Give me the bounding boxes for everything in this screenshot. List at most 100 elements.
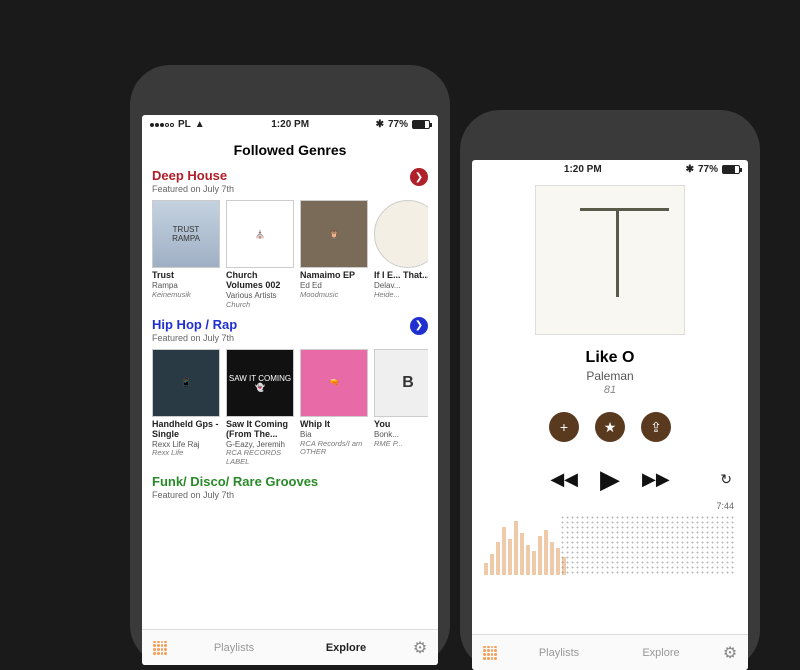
battery-icon bbox=[412, 120, 430, 129]
album-item[interactable]: 🦉 Namaimo EP Ed Ed Moodmusic bbox=[300, 200, 368, 309]
genre-section-hip-hop: Hip Hop / Rap Featured on July 7th ❯ 📱 H… bbox=[142, 317, 438, 474]
time-row: 7:44 bbox=[472, 495, 748, 511]
gear-icon: ⚙ bbox=[413, 638, 427, 658]
phone-genres: PL ▲ 1:20 PM ✱ 77% Followed Genres Deep … bbox=[130, 65, 450, 665]
battery-percent: 77% bbox=[388, 119, 408, 130]
favorite-button[interactable]: ★ bbox=[595, 412, 625, 442]
album-item[interactable]: If I E... That... Delav... Heide... bbox=[374, 200, 428, 309]
screen-genres: PL ▲ 1:20 PM ✱ 77% Followed Genres Deep … bbox=[142, 115, 438, 665]
rewind-icon: ◀◀ bbox=[550, 469, 578, 489]
signal-icon bbox=[150, 123, 174, 127]
tab-playlists[interactable]: Playlists bbox=[508, 647, 610, 659]
tab-bar: Playlists Explore ⚙ bbox=[472, 634, 748, 670]
waveform-unplayed bbox=[560, 515, 736, 575]
album-label: Heide... bbox=[374, 291, 428, 299]
app-logo-icon[interactable] bbox=[472, 646, 508, 660]
play-icon: ▶ bbox=[600, 464, 620, 494]
play-button[interactable]: ▶ bbox=[600, 464, 620, 495]
album-label: Church bbox=[226, 301, 294, 309]
now-playing-album: 81 bbox=[472, 384, 748, 396]
plus-icon: + bbox=[560, 419, 568, 435]
album-title: Saw It Coming (From The... bbox=[226, 420, 294, 440]
album-art: B bbox=[374, 349, 428, 417]
album-title: Handheld Gps - Single bbox=[152, 420, 220, 440]
album-label: Moodmusic bbox=[300, 291, 368, 299]
track-duration: 7:44 bbox=[716, 501, 734, 511]
share-icon: ⇪ bbox=[650, 419, 662, 436]
status-bar: 1:20 PM ✱ 77% bbox=[472, 160, 748, 179]
album-label: Keinemusik bbox=[152, 291, 220, 299]
battery-icon bbox=[722, 165, 740, 174]
gear-icon: ⚙ bbox=[723, 643, 737, 663]
waveform[interactable] bbox=[484, 515, 736, 575]
status-time: 1:20 PM bbox=[271, 119, 309, 130]
now-playing-art[interactable] bbox=[535, 185, 685, 335]
album-art: SAW IT COMING👻 bbox=[226, 349, 294, 417]
album-label: Rexx Life bbox=[152, 449, 220, 457]
previous-button[interactable]: ◀◀ bbox=[550, 469, 578, 490]
tab-playlists[interactable]: Playlists bbox=[178, 642, 290, 654]
player-controls: ◀◀ ▶ ▶▶ ↻ bbox=[472, 464, 748, 495]
repeat-icon: ↻ bbox=[720, 471, 732, 487]
album-title: Church Volumes 002 bbox=[226, 271, 294, 291]
album-item[interactable]: TRUSTRAMPA Trust Rampa Keinemusik bbox=[152, 200, 220, 309]
player-action-row: + ★ ⇪ bbox=[472, 412, 748, 442]
genre-title[interactable]: Funk/ Disco/ Rare Grooves bbox=[152, 474, 318, 489]
album-title: You bbox=[374, 420, 428, 430]
album-item[interactable]: SAW IT COMING👻 Saw It Coming (From The..… bbox=[226, 349, 294, 466]
album-label: RCA Records/I am OTHER bbox=[300, 440, 368, 457]
settings-button[interactable]: ⚙ bbox=[402, 638, 438, 658]
album-item[interactable]: 📱 Handheld Gps - Single Rexx Life Raj Re… bbox=[152, 349, 220, 466]
forward-icon: ▶▶ bbox=[642, 469, 670, 489]
album-label: RME P... bbox=[374, 440, 428, 448]
next-button[interactable]: ▶▶ bbox=[642, 469, 670, 490]
tab-explore[interactable]: Explore bbox=[290, 642, 402, 654]
album-row[interactable]: TRUSTRAMPA Trust Rampa Keinemusik ⛪ Chur… bbox=[152, 200, 428, 309]
album-title: Namaimo EP bbox=[300, 271, 368, 281]
genre-title[interactable]: Hip Hop / Rap bbox=[152, 317, 237, 332]
album-title: If I E... That... bbox=[374, 271, 428, 281]
album-item[interactable]: B You Bonk... RME P... bbox=[374, 349, 428, 466]
wifi-icon: ▲ bbox=[195, 119, 205, 130]
album-title: Whip It bbox=[300, 420, 368, 430]
genre-section-funk: Funk/ Disco/ Rare Grooves Featured on Ju… bbox=[142, 474, 438, 508]
album-art: 📱 bbox=[152, 349, 220, 417]
add-button[interactable]: + bbox=[549, 412, 579, 442]
album-art: 🦉 bbox=[300, 200, 368, 268]
now-playing-artist: Paleman bbox=[472, 369, 748, 383]
tab-bar: Playlists Explore ⚙ bbox=[142, 629, 438, 665]
bluetooth-icon: ✱ bbox=[376, 119, 384, 130]
album-row[interactable]: 📱 Handheld Gps - Single Rexx Life Raj Re… bbox=[152, 349, 428, 466]
now-playing-art-wrap bbox=[472, 179, 748, 335]
album-art: 🔫 bbox=[300, 349, 368, 417]
album-label: RCA RECORDS LABEL bbox=[226, 449, 294, 466]
album-art bbox=[374, 200, 428, 268]
screen-player: 1:20 PM ✱ 77% Like O Paleman 81 + ★ ⇪ ◀◀… bbox=[472, 160, 748, 670]
star-icon: ★ bbox=[604, 419, 617, 436]
carrier-label: PL bbox=[178, 119, 191, 130]
genre-subtitle: Featured on July 7th bbox=[152, 333, 237, 343]
tab-explore[interactable]: Explore bbox=[610, 647, 712, 659]
bluetooth-icon: ✱ bbox=[686, 164, 694, 175]
album-title: Trust bbox=[152, 271, 220, 281]
share-button[interactable]: ⇪ bbox=[641, 412, 671, 442]
settings-button[interactable]: ⚙ bbox=[712, 643, 748, 663]
phone-player: 1:20 PM ✱ 77% Like O Paleman 81 + ★ ⇪ ◀◀… bbox=[460, 110, 760, 670]
genre-subtitle: Featured on July 7th bbox=[152, 184, 234, 194]
genre-more-button[interactable]: ❯ bbox=[410, 317, 428, 335]
status-bar: PL ▲ 1:20 PM ✱ 77% bbox=[142, 115, 438, 134]
genre-more-button[interactable]: ❯ bbox=[410, 168, 428, 186]
repeat-button[interactable]: ↻ bbox=[720, 471, 732, 488]
now-playing-title: Like O bbox=[472, 349, 748, 367]
album-art: TRUSTRAMPA bbox=[152, 200, 220, 268]
app-logo-icon[interactable] bbox=[142, 641, 178, 655]
status-time: 1:20 PM bbox=[564, 164, 602, 175]
album-item[interactable]: 🔫 Whip It Bia RCA Records/I am OTHER bbox=[300, 349, 368, 466]
page-title: Followed Genres bbox=[142, 134, 438, 168]
battery-percent: 77% bbox=[698, 164, 718, 175]
album-item[interactable]: ⛪ Church Volumes 002 Various Artists Chu… bbox=[226, 200, 294, 309]
genre-title[interactable]: Deep House bbox=[152, 168, 234, 183]
genre-section-deep-house: Deep House Featured on July 7th ❯ TRUSTR… bbox=[142, 168, 438, 317]
album-art: ⛪ bbox=[226, 200, 294, 268]
genre-subtitle: Featured on July 7th bbox=[152, 490, 318, 500]
